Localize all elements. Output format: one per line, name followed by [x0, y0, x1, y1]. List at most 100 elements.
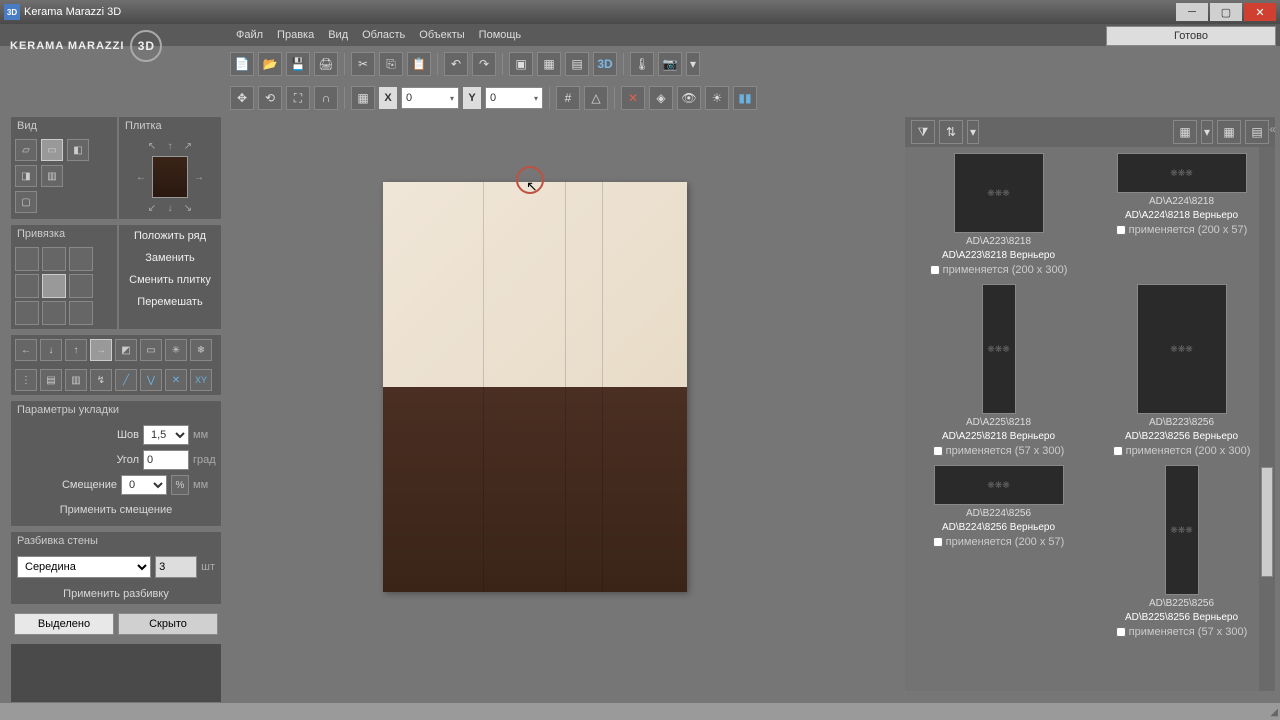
filter-icon[interactable]: ⧩	[911, 120, 935, 144]
minimize-button[interactable]: ─	[1176, 3, 1208, 21]
anchor-tc[interactable]	[42, 247, 66, 271]
calc-button[interactable]: ▤	[565, 52, 589, 76]
save-button[interactable]: 💾	[286, 52, 310, 76]
arr-left[interactable]: ←	[15, 339, 37, 361]
tool-i[interactable]: ╱	[115, 369, 137, 391]
catalog-item[interactable]: ❋❋❋ AD\A225\8218 AD\A225\8218 Верньеро п…	[911, 284, 1086, 457]
tool-g[interactable]: ▥	[65, 369, 87, 391]
close-button[interactable]: ✕	[1244, 3, 1276, 21]
tile-dn-right-icon[interactable]: ↘	[181, 201, 195, 215]
view-persp-icon[interactable]: ▱	[15, 139, 37, 161]
resize-grip-icon[interactable]: ◢	[1270, 707, 1278, 718]
catalog-scrollbar[interactable]	[1259, 147, 1275, 691]
x-input[interactable]: 0	[401, 87, 459, 109]
tool-b[interactable]: ▭	[140, 339, 162, 361]
cut-button[interactable]: ✂	[351, 52, 375, 76]
catalog-item[interactable]: ❋❋❋ AD\A224\8218 AD\A224\8218 Верньеро п…	[1094, 153, 1269, 276]
view1-button[interactable]: ▣	[509, 52, 533, 76]
thermo-button[interactable]: 🌡	[630, 52, 654, 76]
catalog-item[interactable]: ❋❋❋ AD\B225\8256 AD\B225\8256 Верньеро п…	[1094, 465, 1269, 638]
view-back-icon[interactable]: ◨	[15, 165, 37, 187]
list-icon[interactable]: ▤	[1245, 120, 1269, 144]
scrollbar-thumb[interactable]	[1261, 467, 1273, 577]
tool-c[interactable]: ✳	[165, 339, 187, 361]
maximize-button[interactable]: ▢	[1210, 3, 1242, 21]
action-Сменить плитку[interactable]: Сменить плитку	[119, 269, 221, 291]
rotate-button[interactable]: ⟲	[258, 86, 282, 110]
selected-button[interactable]: Выделено	[14, 613, 114, 635]
print-button[interactable]: 🖨	[314, 52, 338, 76]
catalog-thumbnail[interactable]: ❋❋❋	[954, 153, 1044, 233]
tool-e[interactable]: ⋮	[15, 369, 37, 391]
view2-button[interactable]: ▦	[537, 52, 561, 76]
catalog-thumbnail[interactable]: ❋❋❋	[1137, 284, 1227, 414]
menu-Вид[interactable]: Вид	[328, 29, 348, 41]
grid-icon[interactable]: ▦	[1217, 120, 1241, 144]
sun-button[interactable]: ☀	[705, 86, 729, 110]
tile-left-icon[interactable]: ←	[134, 170, 148, 184]
seam-input[interactable]: 1,5	[143, 425, 189, 445]
view-front-icon[interactable]: ▭	[41, 139, 63, 161]
catalog-check[interactable]	[1113, 446, 1123, 456]
catalog-check[interactable]	[930, 265, 940, 275]
catalog-item[interactable]: ❋❋❋ AD\B224\8256 AD\B224\8256 Верньеро п…	[911, 465, 1086, 638]
copy-button[interactable]: ⎘	[379, 52, 403, 76]
arr-up[interactable]: ↑	[65, 339, 87, 361]
apply-split-button[interactable]: Применить разбивку	[11, 584, 221, 604]
move-button[interactable]: ✥	[230, 86, 254, 110]
catalog-thumbnail[interactable]: ❋❋❋	[982, 284, 1016, 414]
bars-button[interactable]: ▮▮	[733, 86, 757, 110]
viewmode-icon[interactable]: ▦	[1173, 120, 1197, 144]
hash-button[interactable]: #	[556, 86, 580, 110]
tile-right-icon[interactable]: →	[192, 170, 206, 184]
action-Заменить[interactable]: Заменить	[119, 247, 221, 269]
offset-input[interactable]: 0	[121, 475, 167, 495]
magnet-button[interactable]: ∩	[314, 86, 338, 110]
tile-up-left-icon[interactable]: ↖	[145, 139, 159, 153]
eye-button[interactable]: 👁	[677, 86, 701, 110]
catalog-item[interactable]: ❋❋❋ AD\A223\8218 AD\A223\8218 Верньеро п…	[911, 153, 1086, 276]
anchor-tl[interactable]	[15, 247, 39, 271]
apply-offset-button[interactable]: Применить смещение	[17, 500, 215, 520]
split-count-input[interactable]	[155, 556, 197, 578]
view-right-icon[interactable]: ▥	[41, 165, 63, 187]
anchor-ml[interactable]	[15, 274, 39, 298]
camera-button[interactable]: 📷	[658, 52, 682, 76]
sort-icon[interactable]: ⇅	[939, 120, 963, 144]
menu-Объекты[interactable]: Объекты	[419, 29, 464, 41]
action-Перемешать[interactable]: Перемешать	[119, 291, 221, 313]
tool-k[interactable]: ✕	[165, 369, 187, 391]
dropdown-button[interactable]: ▾	[686, 52, 700, 76]
action-Положить ряд[interactable]: Положить ряд	[119, 225, 221, 247]
anchor-mc[interactable]	[42, 274, 66, 298]
view-top-icon[interactable]: ▢	[15, 191, 37, 213]
open-button[interactable]: 📂	[258, 52, 282, 76]
catalog-check[interactable]	[1116, 225, 1126, 235]
split-mode-select[interactable]: Середина	[17, 556, 151, 578]
wall-preview[interactable]	[383, 182, 687, 592]
arr-right[interactable]: →	[90, 339, 112, 361]
menu-Правка[interactable]: Правка	[277, 29, 314, 41]
hidden-button[interactable]: Скрыто	[118, 613, 218, 635]
tool-j[interactable]: ⋁	[140, 369, 162, 391]
view-left-icon[interactable]: ◧	[67, 139, 89, 161]
tool-f[interactable]: ▤	[40, 369, 62, 391]
tri-button[interactable]: △	[584, 86, 608, 110]
grid-button[interactable]: ▦	[351, 86, 375, 110]
catalog-item[interactable]: ❋❋❋ AD\B223\8256 AD\B223\8256 Верньеро п…	[1094, 284, 1269, 457]
menu-Область[interactable]: Область	[362, 29, 405, 41]
y-input[interactable]: 0	[485, 87, 543, 109]
arr-down[interactable]: ↓	[40, 339, 62, 361]
scale-button[interactable]: ⛶	[286, 86, 310, 110]
tool-d[interactable]: ❄	[190, 339, 212, 361]
tile-thumbnail[interactable]	[152, 156, 188, 198]
redo-button[interactable]: ↷	[472, 52, 496, 76]
tile-dn-left-icon[interactable]: ↙	[145, 201, 159, 215]
catalog-check[interactable]	[933, 446, 943, 456]
catalog-thumbnail[interactable]: ❋❋❋	[1117, 153, 1247, 193]
tool-h[interactable]: ↯	[90, 369, 112, 391]
viewmode-dd[interactable]: ▾	[1201, 120, 1213, 144]
tool-xy[interactable]: XY	[190, 369, 212, 391]
3d-button[interactable]: 3D	[593, 52, 617, 76]
menu-Помощь[interactable]: Помощь	[479, 29, 522, 41]
